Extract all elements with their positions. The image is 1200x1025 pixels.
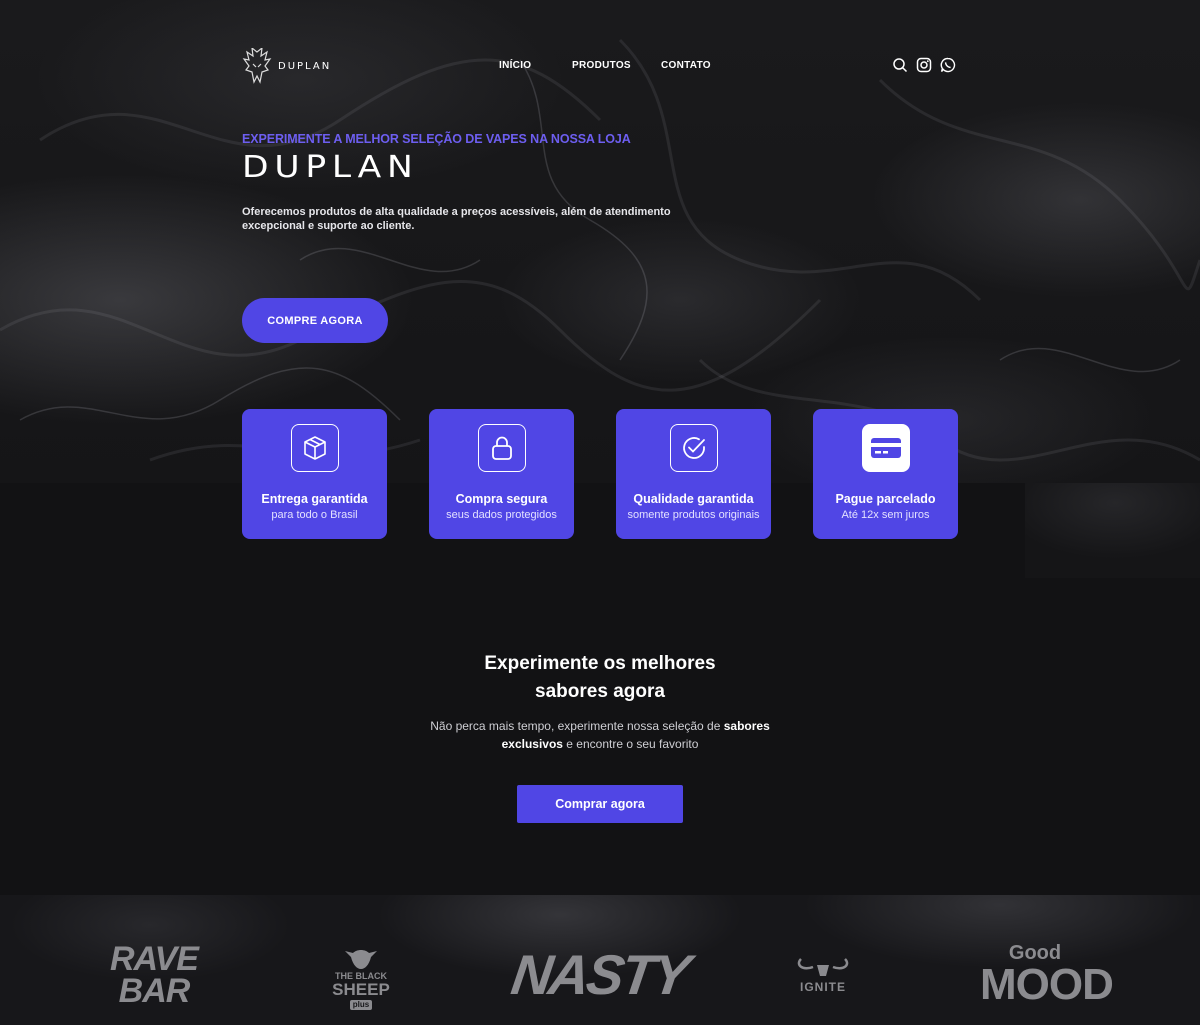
brand-logo-blacksheep[interactable]: THE BLACK SHEEP plus xyxy=(326,947,396,1010)
feature-card-compra: Compra segura seus dados protegidos xyxy=(429,409,574,539)
check-circle-icon xyxy=(669,424,718,472)
brand-logo-goodmood[interactable]: Good MOOD xyxy=(980,943,1114,1007)
flavors-title-line-1: Experimente os melhores xyxy=(484,653,716,674)
sheep-line-3: plus xyxy=(349,1000,373,1010)
search-icon[interactable] xyxy=(892,57,908,73)
hero-eyebrow: EXPERIMENTE A MELHOR SELEÇÃO DE VAPES NA… xyxy=(242,132,631,146)
feature-card-parcelado: Pague parcelado Até 12x sem juros xyxy=(813,409,958,539)
flavors-title-line-2: sabores agora xyxy=(535,681,665,702)
section-divider xyxy=(0,483,1200,580)
nav-link-inicio[interactable]: INÍCIO xyxy=(499,60,531,71)
brand-logo-ravebar[interactable]: RAVE BAR xyxy=(110,942,199,1010)
feature-subtitle: para todo o Brasil xyxy=(271,509,358,521)
nav-link-produtos[interactable]: PRODUTOS xyxy=(572,60,631,71)
brand-logo-ignite[interactable]: IGNITE xyxy=(788,957,858,994)
feature-title: Qualidade garantida xyxy=(633,492,754,506)
smoke-corner xyxy=(1025,483,1200,578)
header-icons xyxy=(892,57,956,73)
flavors-description: Não perca mais tempo, experimente nossa … xyxy=(400,717,800,753)
compre-agora-button[interactable]: COMPRE AGORA xyxy=(242,298,388,343)
box-icon xyxy=(290,424,339,472)
dragon-logo-icon xyxy=(242,48,272,84)
feature-card-entrega: Entrega garantida para todo o Brasil xyxy=(242,409,387,539)
credit-card-icon xyxy=(861,424,910,472)
feature-title: Compra segura xyxy=(455,492,548,506)
flavors-title: Experimente os melhores sabores agora xyxy=(400,650,800,706)
ravebar-line-2: BAR xyxy=(118,972,191,1010)
feature-subtitle: somente produtos originais xyxy=(627,509,760,521)
ignite-text: IGNITE xyxy=(799,980,846,994)
instagram-icon[interactable] xyxy=(916,57,932,73)
feature-subtitle: seus dados protegidos xyxy=(446,509,557,521)
whatsapp-icon[interactable] xyxy=(940,57,956,73)
brand-logo[interactable]: DUPLAN xyxy=(242,48,331,84)
flavors-text-end: e encontre o seu favorito xyxy=(562,737,699,751)
feature-title: Pague parcelado xyxy=(835,492,936,506)
brands-strip: RAVE BAR THE BLACK SHEEP plus NASTY IGNI… xyxy=(0,895,1200,1025)
nav-link-contato[interactable]: CONTATO xyxy=(661,60,711,71)
feature-title: Entrega garantida xyxy=(261,492,368,506)
goat-icon xyxy=(797,958,849,976)
brand-logo-nasty[interactable]: NASTY xyxy=(508,943,692,1006)
flavors-text-start: Não perca mais tempo, experimente nossa … xyxy=(430,719,724,733)
sheep-line-2: SHEEP xyxy=(332,980,390,999)
lock-icon xyxy=(477,424,526,472)
comprar-agora-button[interactable]: Comprar agora xyxy=(517,785,683,823)
hero-description: Oferecemos produtos de alta qualidade a … xyxy=(242,206,671,232)
goodmood-line-2: MOOD xyxy=(980,960,1114,1009)
sheep-icon xyxy=(345,950,377,969)
logo-text: DUPLAN xyxy=(278,60,332,72)
feature-subtitle: Até 12x sem juros xyxy=(841,509,930,521)
feature-card-qualidade: Qualidade garantida somente produtos ori… xyxy=(616,409,771,539)
site-header: DUPLAN INÍCIO PRODUTOS CONTATO xyxy=(242,46,958,86)
hero-title: DUPLAN xyxy=(242,150,419,185)
